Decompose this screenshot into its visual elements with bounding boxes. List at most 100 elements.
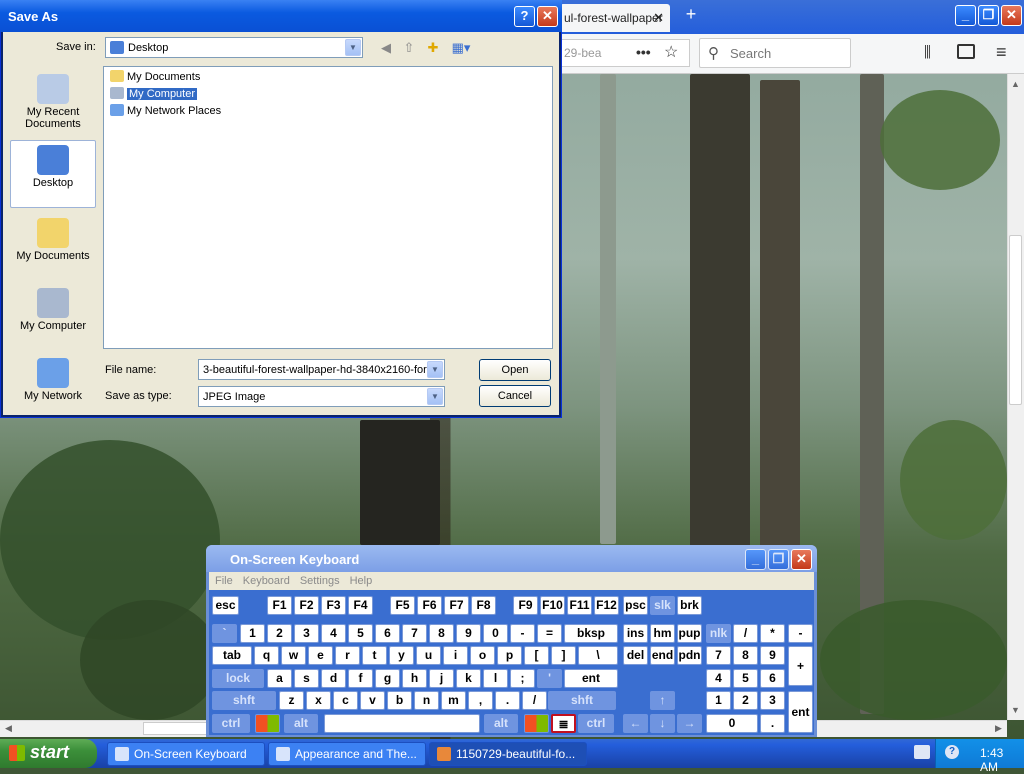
key-y[interactable]: y — [389, 646, 414, 665]
key-[interactable]: . — [495, 691, 520, 710]
bookmark-star-icon[interactable]: ☆ — [664, 42, 678, 62]
key-2[interactable]: 2 — [733, 691, 758, 710]
key-l[interactable]: l — [483, 669, 508, 688]
key-del[interactable]: del — [623, 646, 648, 665]
dialog-help-button[interactable]: ? — [514, 6, 535, 27]
key-t[interactable]: t — [362, 646, 387, 665]
key-q[interactable]: q — [254, 646, 279, 665]
new-folder-icon[interactable]: ✚ — [423, 40, 443, 58]
start-button[interactable]: start — [0, 739, 97, 768]
key-nlk[interactable]: nlk — [706, 624, 731, 643]
key-F3[interactable]: F3 — [321, 596, 346, 615]
key-s[interactable]: s — [294, 669, 319, 688]
key-shft[interactable]: shft — [548, 691, 616, 710]
key-d[interactable]: d — [321, 669, 346, 688]
scroll-down-icon[interactable]: ▼ — [1007, 702, 1024, 719]
key-esc[interactable]: esc — [212, 596, 239, 615]
key-pup[interactable]: pup — [677, 624, 702, 643]
taskbar-item-firefox[interactable]: 1150729-beautiful-fo... — [429, 742, 587, 766]
key-F6[interactable]: F6 — [417, 596, 442, 615]
key-v[interactable]: v — [360, 691, 385, 710]
key-psc[interactable]: psc — [623, 596, 648, 615]
key-x[interactable]: x — [306, 691, 331, 710]
search-input[interactable]: ⚲ Search — [699, 38, 851, 68]
key-end[interactable]: end — [650, 646, 675, 665]
key-[interactable]: ` — [212, 624, 237, 643]
key-7[interactable]: 7 — [706, 646, 731, 665]
scroll-left-icon[interactable]: ◀ — [0, 720, 17, 737]
key-F5[interactable]: F5 — [390, 596, 415, 615]
save-in-dropdown[interactable]: Desktop ▼ — [105, 37, 363, 58]
key-j[interactable]: j — [429, 669, 454, 688]
key-[interactable]: = — [537, 624, 562, 643]
key-F12[interactable]: F12 — [594, 596, 619, 615]
key-3[interactable]: 3 — [294, 624, 319, 643]
key-brk[interactable]: brk — [677, 596, 702, 615]
key-ins[interactable]: ins — [623, 624, 648, 643]
key-0[interactable]: 0 — [483, 624, 508, 643]
key-6[interactable]: 6 — [760, 669, 785, 688]
key-u[interactable]: u — [416, 646, 441, 665]
key-ent[interactable]: ent — [564, 669, 618, 688]
key-9[interactable]: 9 — [456, 624, 481, 643]
key-F2[interactable]: F2 — [294, 596, 319, 615]
new-tab-button[interactable]: + — [680, 4, 702, 28]
key-[interactable]: , — [468, 691, 493, 710]
key-[interactable]: → — [677, 714, 702, 733]
key-8[interactable]: 8 — [733, 646, 758, 665]
key-[interactable]: / — [733, 624, 758, 643]
key-b[interactable]: b — [387, 691, 412, 710]
place-desktop[interactable]: Desktop — [10, 140, 96, 208]
key-F4[interactable]: F4 — [348, 596, 373, 615]
place-my-computer[interactable]: My Computer — [10, 284, 96, 348]
key-[interactable]: ← — [623, 714, 648, 733]
key-space[interactable] — [324, 714, 480, 733]
menu-key-icon[interactable]: ≣ — [551, 714, 576, 733]
key-k[interactable]: k — [456, 669, 481, 688]
key-F1[interactable]: F1 — [267, 596, 292, 615]
key-a[interactable]: a — [267, 669, 292, 688]
key-0[interactable]: 0 — [706, 714, 758, 733]
library-icon[interactable]: ⫼ — [924, 44, 931, 61]
minimize-button[interactable]: _ — [955, 5, 976, 26]
key-1[interactable]: 1 — [240, 624, 265, 643]
key-p[interactable]: p — [497, 646, 522, 665]
save-as-type-dropdown[interactable]: JPEG Image ▼ — [198, 386, 445, 407]
key-4[interactable]: 4 — [706, 669, 731, 688]
key-F11[interactable]: F11 — [567, 596, 592, 615]
key-alt[interactable]: alt — [484, 714, 518, 733]
list-item[interactable]: My Network Places — [108, 103, 223, 119]
scroll-up-icon[interactable]: ▲ — [1007, 76, 1024, 93]
key-e[interactable]: e — [308, 646, 333, 665]
key-F8[interactable]: F8 — [471, 596, 496, 615]
key-2[interactable]: 2 — [267, 624, 292, 643]
key-tab[interactable]: tab — [212, 646, 252, 665]
key-F9[interactable]: F9 — [513, 596, 538, 615]
key-6[interactable]: 6 — [375, 624, 400, 643]
key-n[interactable]: n — [414, 691, 439, 710]
key-[interactable]: [ — [524, 646, 549, 665]
hamburger-menu-icon[interactable]: ≡ — [996, 42, 1007, 63]
tab-close-icon[interactable]: ✕ — [653, 10, 664, 26]
close-button[interactable]: ✕ — [1001, 5, 1022, 26]
key-7[interactable]: 7 — [402, 624, 427, 643]
menu-keyboard[interactable]: Keyboard — [243, 572, 290, 587]
key-5[interactable]: 5 — [348, 624, 373, 643]
dialog-close-button[interactable]: ✕ — [537, 6, 558, 27]
cancel-button[interactable]: Cancel — [479, 385, 551, 407]
key-g[interactable]: g — [375, 669, 400, 688]
key-1[interactable]: 1 — [706, 691, 731, 710]
view-menu-icon[interactable]: ▦▾ — [448, 40, 474, 58]
key-h[interactable]: h — [402, 669, 427, 688]
key-ent[interactable]: ent — [788, 691, 813, 733]
key-F10[interactable]: F10 — [540, 596, 565, 615]
browser-tab[interactable]: ul-forest-wallpaper ✕ — [560, 4, 670, 32]
key-ctrl[interactable]: ctrl — [212, 714, 250, 733]
back-icon[interactable]: ◀ — [376, 40, 396, 58]
key-lock[interactable]: lock — [212, 669, 264, 688]
windows-key-icon[interactable] — [524, 714, 549, 733]
menu-settings[interactable]: Settings — [300, 572, 340, 587]
key-[interactable]: \ — [578, 646, 618, 665]
open-button[interactable]: Open — [479, 359, 551, 381]
key-[interactable]: / — [522, 691, 547, 710]
